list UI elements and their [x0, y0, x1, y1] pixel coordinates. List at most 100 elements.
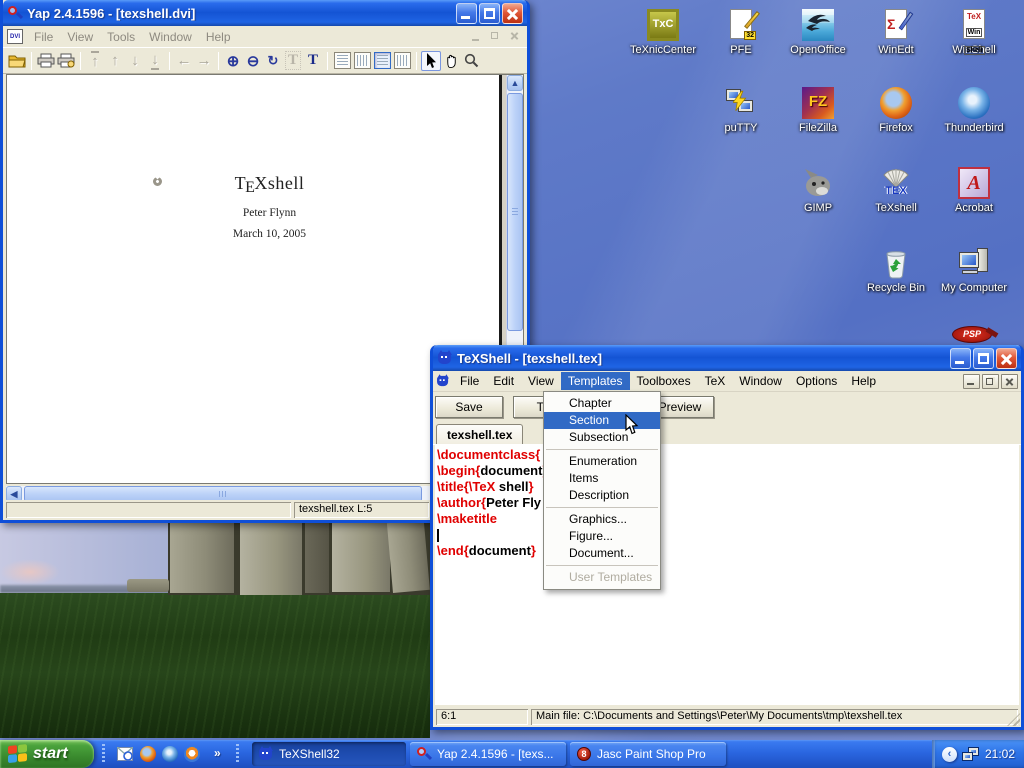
menu-file[interactable]: File: [453, 372, 486, 390]
mdi-close-button[interactable]: [1001, 374, 1018, 389]
menu-help[interactable]: Help: [199, 28, 238, 46]
open-file-button[interactable]: [7, 51, 27, 71]
first-page-button[interactable]: ↑: [85, 51, 105, 71]
two-page-view-button[interactable]: [352, 51, 372, 71]
quicklaunch-handle[interactable]: [102, 744, 105, 764]
print-button[interactable]: [36, 51, 56, 71]
menu-item-document[interactable]: Document...: [544, 545, 660, 562]
network-status-icon[interactable]: [962, 746, 980, 762]
desktop-icon-texshell[interactable]: TEX TeXshell: [858, 166, 934, 214]
menu-item-user-templates[interactable]: User Templates: [544, 569, 660, 586]
desktop-icon-acrobat[interactable]: A Acrobat: [936, 166, 1012, 214]
single-page-view-button[interactable]: [332, 51, 352, 71]
menu-file[interactable]: File: [27, 28, 60, 46]
next-page-button[interactable]: ↓: [125, 51, 145, 71]
menu-item-figure[interactable]: Figure...: [544, 528, 660, 545]
texshell-titlebar[interactable]: TeXShell - [texshell.tex]: [433, 345, 1021, 371]
menu-window[interactable]: Window: [732, 372, 789, 390]
taskbar-button-yap[interactable]: Yap 2.4.1596 - [texs...: [410, 742, 566, 766]
scrollbar-thumb[interactable]: [507, 93, 523, 331]
menu-item-description[interactable]: Description: [544, 487, 660, 504]
desktop-icon-firefox[interactable]: Firefox: [858, 86, 934, 134]
scroll-up-button[interactable]: ▲: [507, 75, 523, 91]
desktop-icon-pfe[interactable]: 32 PFE: [703, 8, 779, 56]
taskband-handle[interactable]: [236, 744, 239, 764]
desktop-icon-texniccenter[interactable]: TxC TeXnicCenter: [625, 8, 701, 56]
mdi-restore-button[interactable]: [488, 29, 505, 44]
menu-item-subsection[interactable]: Subsection: [544, 429, 660, 446]
desktop-icon-gimp[interactable]: GIMP: [780, 166, 856, 214]
forward-button[interactable]: →: [194, 51, 214, 71]
menu-help[interactable]: Help: [844, 372, 883, 390]
mdi-close-button[interactable]: [507, 29, 524, 44]
last-page-button[interactable]: ↓: [145, 51, 165, 71]
save-button[interactable]: Save: [435, 396, 503, 418]
desktop-icon-filezilla[interactable]: FZ FileZilla: [780, 86, 856, 134]
menu-tex[interactable]: TeX: [698, 372, 733, 390]
menu-view[interactable]: View: [521, 372, 561, 390]
continuous-view-button[interactable]: [372, 51, 392, 71]
taskbar-button-texshell32[interactable]: TeXShell32: [252, 742, 406, 766]
source-marker-icon: [151, 175, 164, 188]
menu-templates[interactable]: Templates: [561, 372, 630, 390]
close-button[interactable]: [502, 3, 523, 24]
menu-item-enumeration[interactable]: Enumeration: [544, 453, 660, 470]
continuous-facing-view-button[interactable]: [392, 51, 412, 71]
outlook-express-icon[interactable]: [117, 746, 133, 762]
mdi-minimize-button[interactable]: [963, 374, 980, 389]
code-line: \documentclass{: [437, 447, 1019, 463]
mdi-restore-button[interactable]: [982, 374, 999, 389]
stone: [332, 523, 390, 592]
stone: [387, 523, 430, 593]
firefox-quicklaunch-icon[interactable]: [140, 746, 156, 762]
desktop-icon-putty[interactable]: puTTY: [703, 86, 779, 134]
minimize-button[interactable]: [456, 3, 477, 24]
magnifier-tool-button[interactable]: [461, 51, 481, 71]
close-button[interactable]: [996, 348, 1017, 369]
desktop-icon-my-computer[interactable]: My Computer: [936, 246, 1012, 294]
taskbar-clock[interactable]: 21:02: [985, 747, 1015, 761]
menu-tools[interactable]: Tools: [100, 28, 142, 46]
maximize-button[interactable]: [973, 348, 994, 369]
code-line: \author{Peter Fly: [437, 495, 1019, 511]
menu-window[interactable]: Window: [142, 28, 199, 46]
tray-collapse-chevron-icon[interactable]: ‹: [942, 747, 957, 762]
print-setup-button[interactable]: [56, 51, 76, 71]
previous-page-button[interactable]: ↑: [105, 51, 125, 71]
menu-edit[interactable]: Edit: [486, 372, 521, 390]
quicklaunch-overflow-chevron[interactable]: »: [214, 746, 221, 760]
yap-titlebar[interactable]: Yap 2.4.1596 - [texshell.dvi]: [3, 0, 527, 26]
maximize-button[interactable]: [479, 3, 500, 24]
desktop-icon-openoffice[interactable]: OpenOffice: [780, 8, 856, 56]
desktop-icon-thunderbird[interactable]: Thunderbird: [936, 86, 1012, 134]
menu-item-items[interactable]: Items: [544, 470, 660, 487]
menu-item-section[interactable]: Section: [544, 412, 660, 429]
menu-item-chapter[interactable]: Chapter: [544, 395, 660, 412]
menu-view[interactable]: View: [60, 28, 100, 46]
thunderbird-quicklaunch-icon[interactable]: [162, 746, 178, 762]
zoom-in-button[interactable]: ⊕: [223, 51, 243, 71]
taskbar-button-paintshoppro[interactable]: 8 Jasc Paint Shop Pro: [570, 742, 726, 766]
menu-item-graphics[interactable]: Graphics...: [544, 511, 660, 528]
menu-options[interactable]: Options: [789, 372, 844, 390]
code-editor[interactable]: \documentclass{ \begin{document} \title{…: [435, 444, 1019, 705]
menu-toolboxes[interactable]: Toolboxes: [630, 372, 698, 390]
texshell-menubar: File Edit View Templates Toolboxes TeX W…: [433, 371, 1021, 392]
desktop-icon-winedt[interactable]: Σ WinEdt: [858, 8, 934, 56]
winedt-icon: Σ: [879, 8, 913, 42]
desktop-icon-recycle-bin[interactable]: Recycle Bin: [858, 246, 934, 294]
code-line: \end{document}: [437, 543, 1019, 559]
start-button[interactable]: start: [0, 740, 94, 768]
minimize-button[interactable]: [950, 348, 971, 369]
hand-tool-button[interactable]: [441, 51, 461, 71]
desktop-icon-winshell[interactable]: TeX Win Shell WinShell: [936, 8, 1012, 56]
text-outline-tool-button[interactable]: T: [283, 51, 303, 71]
text-tool-button[interactable]: T: [303, 51, 323, 71]
back-button[interactable]: ←: [174, 51, 194, 71]
select-tool-button[interactable]: [421, 51, 441, 71]
media-player-icon[interactable]: [184, 746, 200, 762]
tab-texshell-tex[interactable]: texshell.tex: [436, 424, 523, 445]
zoom-out-button[interactable]: ⊖: [243, 51, 263, 71]
refresh-button[interactable]: ↻: [263, 51, 283, 71]
mdi-minimize-button[interactable]: [469, 29, 486, 44]
